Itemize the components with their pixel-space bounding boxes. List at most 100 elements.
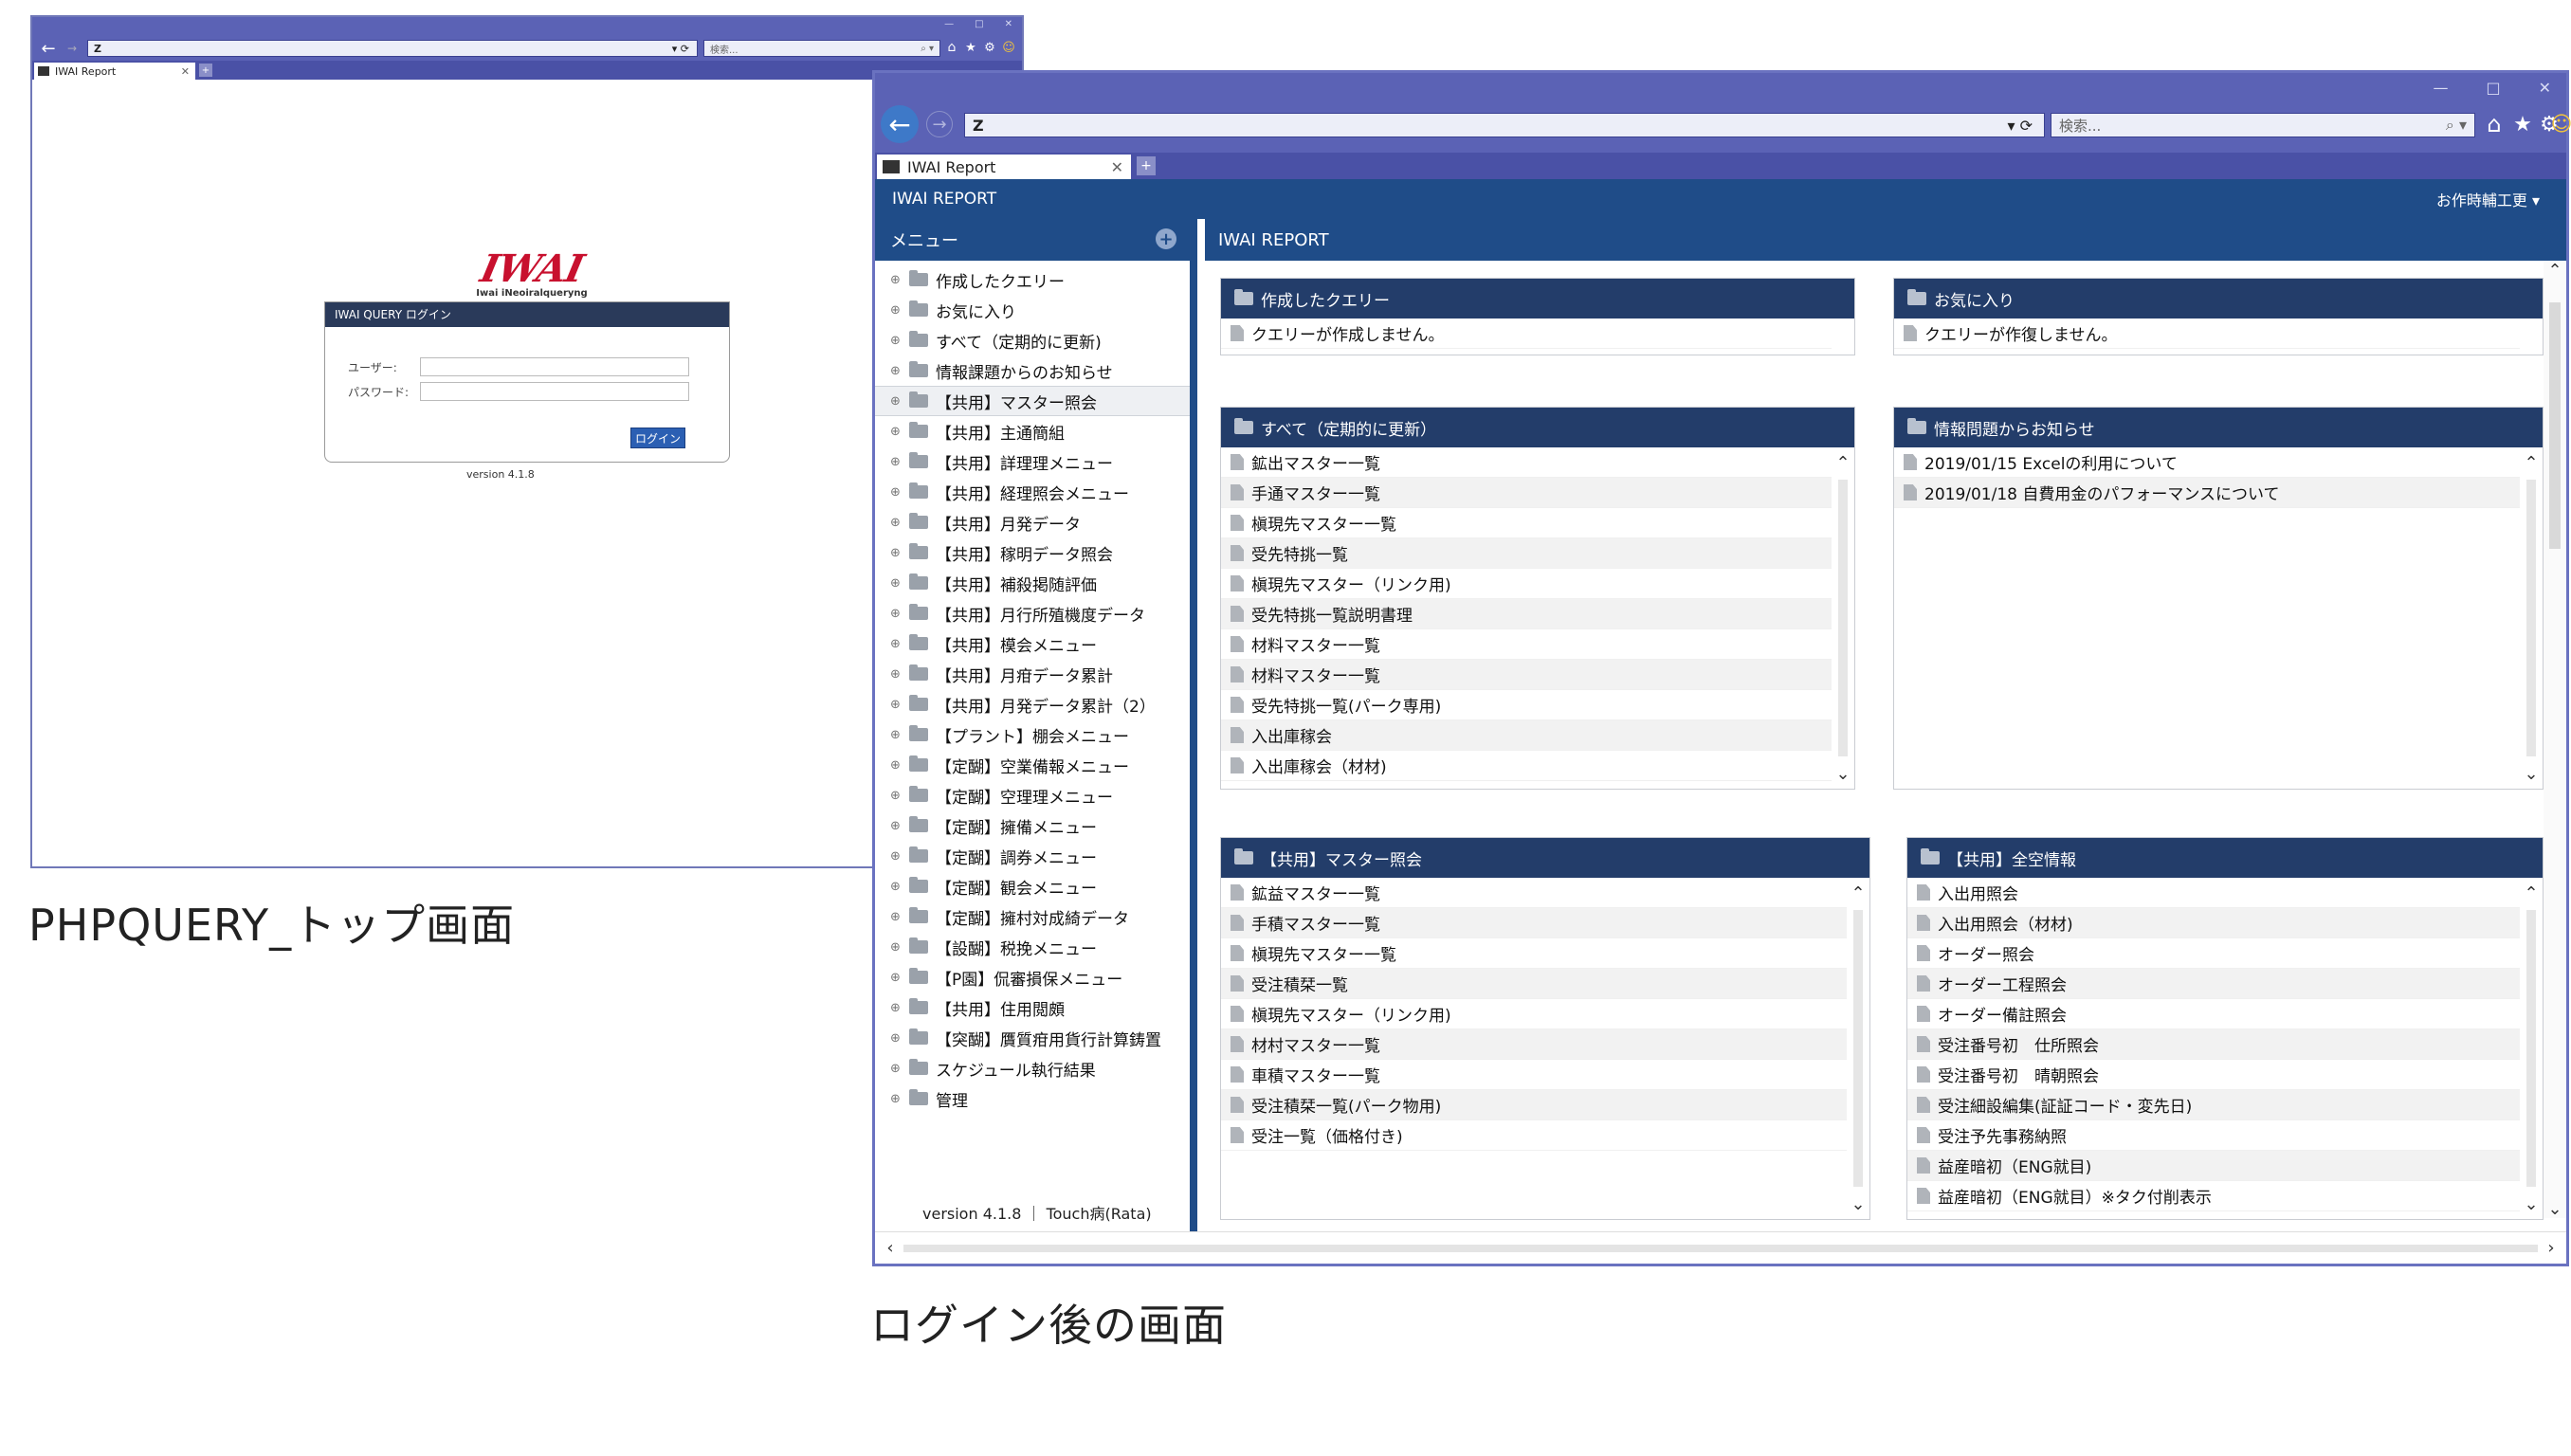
menu-item[interactable]: ⊕ 【共用】稼明データ照会 [875,537,1190,568]
expand-icon[interactable]: ⊕ [890,758,903,773]
scroll-down-icon[interactable]: ⌄ [1849,1194,1868,1214]
scroll-track[interactable] [2526,910,2536,1187]
expand-icon[interactable]: ⊕ [890,516,903,530]
menu-item[interactable]: ⊕ 作成したクエリー [875,264,1190,295]
menu-item[interactable]: ⊕ 【共用】月行所殖機度データ [875,598,1190,628]
refresh-icon[interactable]: ▾ ⟳ [672,43,689,55]
menu-item[interactable]: ⊕ 【共用】主通簡組 [875,416,1190,446]
query-row[interactable]: オーダー照会 [1907,938,2520,969]
query-row[interactable]: 材村マスター一覧 [1221,1029,1847,1060]
scroll-right-icon[interactable]: › [2542,1238,2561,1258]
query-row[interactable]: 受注予先事務納照 [1907,1120,2520,1151]
expand-icon[interactable]: ⊕ [890,303,903,318]
query-row[interactable]: オーダー工程照会 [1907,969,2520,999]
expand-icon[interactable]: ⊕ [890,971,903,985]
scroll-left-icon[interactable]: ‹ [881,1238,900,1258]
query-row[interactable]: 入出庫稼会 [1221,720,1832,751]
forward-arrow-icon[interactable]: → [64,40,80,57]
panel-scrollbar[interactable]: ⌃ ⌄ [1833,453,1852,784]
star-icon[interactable]: ★ [2511,111,2534,137]
query-row[interactable]: 入出用照会（材材) [1907,908,2520,938]
horizontal-scrollbar[interactable]: ‹ › [875,1231,2566,1264]
tab-iwai-report[interactable]: IWAI Report ✕ [877,155,1131,179]
expand-icon[interactable]: ⊕ [890,455,903,469]
scroll-track[interactable] [1853,910,1863,1187]
scroll-track[interactable] [1838,480,1848,756]
query-row[interactable]: 受先特挑一覧説明書理 [1221,599,1832,629]
gear-icon[interactable]: ⚙ [982,38,997,57]
menu-item[interactable]: ⊕ 【共用】月発データ累計（2） [875,689,1190,719]
query-row[interactable]: 受注積栞一覧 [1221,969,1847,999]
home-icon[interactable]: ⌂ [944,38,959,57]
address-bar[interactable]: Z ▾ ⟳ [964,113,2045,137]
expand-icon[interactable]: ⊕ [890,698,903,712]
expand-icon[interactable]: ⊕ [890,1092,903,1106]
scroll-thumb[interactable] [2549,302,2561,549]
tab-close-icon[interactable]: ✕ [1111,158,1123,176]
expand-icon[interactable]: ⊕ [890,576,903,591]
query-row[interactable]: 受先特挑一覧(パーク専用) [1221,690,1832,720]
scroll-up-icon[interactable]: ⌃ [1849,883,1868,903]
search-icon[interactable]: ⌕ ▾ [921,44,934,54]
query-row[interactable]: 材料マスター一覧 [1221,660,1832,690]
query-row[interactable]: クエリーが作復しません。 [1894,318,2520,349]
query-row[interactable]: 鉱益マスター一覧 [1221,878,1847,908]
menu-item[interactable]: ⊕ 【突醐】贋質疳用貨行計算鋳置 [875,1023,1190,1053]
tab-close-icon[interactable]: ✕ [181,65,190,78]
menu-item[interactable]: ⊕ 情報課題からのお知らせ [875,355,1190,386]
query-row[interactable]: 鉱出マスター一覧 [1221,447,1832,478]
query-row[interactable]: 受注積栞一覧(パーク物用) [1221,1090,1847,1120]
menu-item[interactable]: ⊕ お気に入り [875,295,1190,325]
smiley-icon[interactable]: ☺ [2551,111,2571,137]
query-row[interactable]: 手通マスター一覧 [1221,478,1832,508]
home-icon[interactable]: ⌂ [2483,111,2506,137]
expand-icon[interactable]: ⊕ [890,334,903,348]
forward-arrow-icon[interactable]: → [926,111,953,137]
menu-item[interactable]: ⊕ 【定醐】空業備報メニュー [875,750,1190,780]
query-row[interactable]: 材料マスター一覧 [1221,629,1832,660]
menu-item[interactable]: ⊕ 【共用】月発データ [875,507,1190,537]
menu-item[interactable]: ⊕ 【共用】住用閲頗 [875,992,1190,1023]
query-row[interactable]: 2019/01/18 自費用金のパフォーマンスについて [1894,478,2520,508]
expand-icon[interactable]: ⊕ [890,940,903,955]
password-input[interactable] [420,382,689,401]
expand-icon[interactable]: ⊕ [890,910,903,924]
menu-item[interactable]: ⊕ 【定醐】観会メニュー [875,871,1190,901]
menu-item[interactable]: ⊕ 【共用】模会メニュー [875,628,1190,659]
close-icon[interactable]: ✕ [1005,19,1012,29]
add-icon[interactable]: + [1156,228,1176,249]
menu-item[interactable]: ⊕ 【共用】経理照会メニュー [875,477,1190,507]
query-row[interactable]: 槇現先マスター（リンク用) [1221,999,1847,1029]
panel-scrollbar[interactable]: ⌃ ⌄ [1849,883,1868,1214]
scroll-down-icon[interactable]: ⌄ [2522,1194,2541,1214]
star-icon[interactable]: ★ [963,38,978,57]
expand-icon[interactable]: ⊕ [890,789,903,803]
expand-icon[interactable]: ⊕ [890,273,903,287]
expand-icon[interactable]: ⊕ [890,728,903,742]
smiley-icon[interactable]: ☺ [1001,38,1016,57]
search-box[interactable]: 検索... ⌕ ▾ [2051,113,2475,137]
menu-item[interactable]: ⊕ 【定醐】擁村対成綺データ [875,901,1190,932]
query-row[interactable]: 手積マスター一覧 [1221,908,1847,938]
expand-icon[interactable]: ⊕ [890,546,903,560]
maximize-icon[interactable]: □ [975,19,983,29]
menu-item[interactable]: ⊕ 【定醐】空理理メニュー [875,780,1190,810]
expand-icon[interactable]: ⊕ [890,1031,903,1046]
query-row[interactable]: 槇現先マスター一覧 [1221,508,1832,538]
expand-icon[interactable]: ⊕ [890,880,903,894]
back-arrow-icon[interactable]: ← [38,38,59,59]
menu-item[interactable]: ⊕ 【設醐】税挽メニュー [875,932,1190,962]
search-icon[interactable]: ⌕ ▾ [2446,116,2467,135]
scroll-up-icon[interactable]: ⌃ [2522,883,2541,903]
query-row[interactable]: 益産暗初（ENG就目）※タク付削表示 [1907,1181,2520,1211]
scroll-up-icon[interactable]: ⌃ [1833,453,1852,473]
login-button[interactable]: ログイン [630,428,685,448]
expand-icon[interactable]: ⊕ [890,637,903,651]
query-row[interactable]: オーダー備註照会 [1907,999,2520,1029]
new-tab-icon[interactable]: + [1137,156,1156,175]
expand-icon[interactable]: ⊕ [890,425,903,439]
query-row[interactable]: 受注細設編集(証証コード・変先日) [1907,1090,2520,1120]
main-vertical-scrollbar[interactable]: ⌃ ⌄ [2544,261,2566,1219]
query-row[interactable]: 益産暗初（ENG就目) [1907,1151,2520,1181]
expand-icon[interactable]: ⊕ [890,819,903,833]
